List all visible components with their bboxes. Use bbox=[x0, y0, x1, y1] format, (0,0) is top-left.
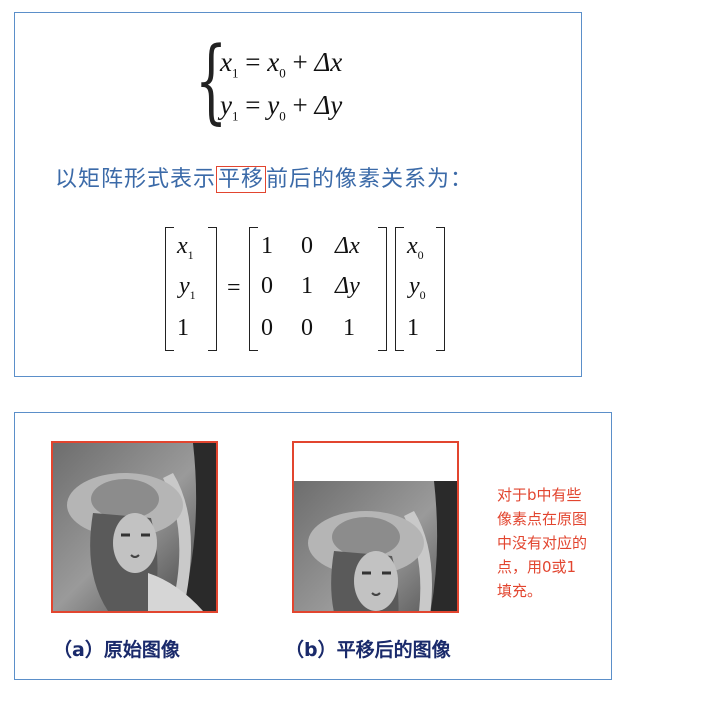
equation-y: y1 = y0 + Δy bbox=[220, 90, 343, 124]
vector-entry: x1 bbox=[177, 233, 194, 262]
matrix-caption: 以矩阵形式表示平移前后的像素关系为： bbox=[55, 161, 473, 193]
original-image bbox=[51, 441, 218, 613]
vector-entry: y0 bbox=[409, 273, 426, 302]
label-translated: （b）平移后的图像 bbox=[285, 639, 451, 661]
image-comparison-panel: （a）原始图像 （b）平移后的图像 对于b中有些像素点在原图中没有对应的点，用0… bbox=[14, 412, 612, 680]
fill-note: 对于b中有些像素点在原图中没有对应的点，用0或1填充。 bbox=[497, 486, 588, 600]
vector-entry: 1 bbox=[407, 315, 419, 341]
formula-panel: { x1 = x0 + Δx y1 = y0 + Δy 以矩阵形式表示平移前后的… bbox=[14, 12, 582, 377]
equation-x: x1 = x0 + Δx bbox=[220, 47, 343, 81]
translation-matrix: 1 0 Δx 0 1 Δy 0 0 1 bbox=[249, 225, 387, 353]
caption-text-after: 前后的像素关系为： bbox=[266, 167, 474, 192]
matrix-equation: x1 y1 1 = 1 0 Δx 0 1 Δy 0 0 1 x0 y0 1 bbox=[165, 225, 465, 353]
matrix-cell: 0 bbox=[301, 315, 313, 341]
caption-highlight: 平移 bbox=[216, 166, 267, 193]
matrix-cell: 0 bbox=[261, 273, 273, 299]
portrait-photo bbox=[53, 443, 216, 611]
equals-sign: = bbox=[227, 275, 241, 301]
label-original: （a）原始图像 bbox=[53, 639, 180, 661]
source-vector: x0 y0 1 bbox=[395, 225, 445, 353]
matrix-cell: 0 bbox=[261, 315, 273, 341]
matrix-cell: 0 bbox=[301, 233, 313, 259]
matrix-cell: Δy bbox=[335, 273, 360, 299]
matrix-cell: 1 bbox=[343, 315, 355, 341]
fill-region bbox=[294, 443, 457, 481]
matrix-cell: Δx bbox=[335, 233, 360, 259]
vector-entry: 1 bbox=[177, 315, 189, 341]
result-vector: x1 y1 1 bbox=[165, 225, 217, 353]
matrix-cell: 1 bbox=[301, 273, 313, 299]
vector-entry: x0 bbox=[407, 233, 424, 262]
vector-entry: y1 bbox=[179, 273, 196, 302]
portrait-photo-shifted bbox=[294, 481, 457, 611]
matrix-cell: 1 bbox=[261, 233, 273, 259]
caption-text-before: 以矩阵形式表示 bbox=[55, 167, 217, 192]
equation-system: { x1 = x0 + Δx y1 = y0 + Δy bbox=[195, 35, 445, 135]
translated-image bbox=[292, 441, 459, 613]
